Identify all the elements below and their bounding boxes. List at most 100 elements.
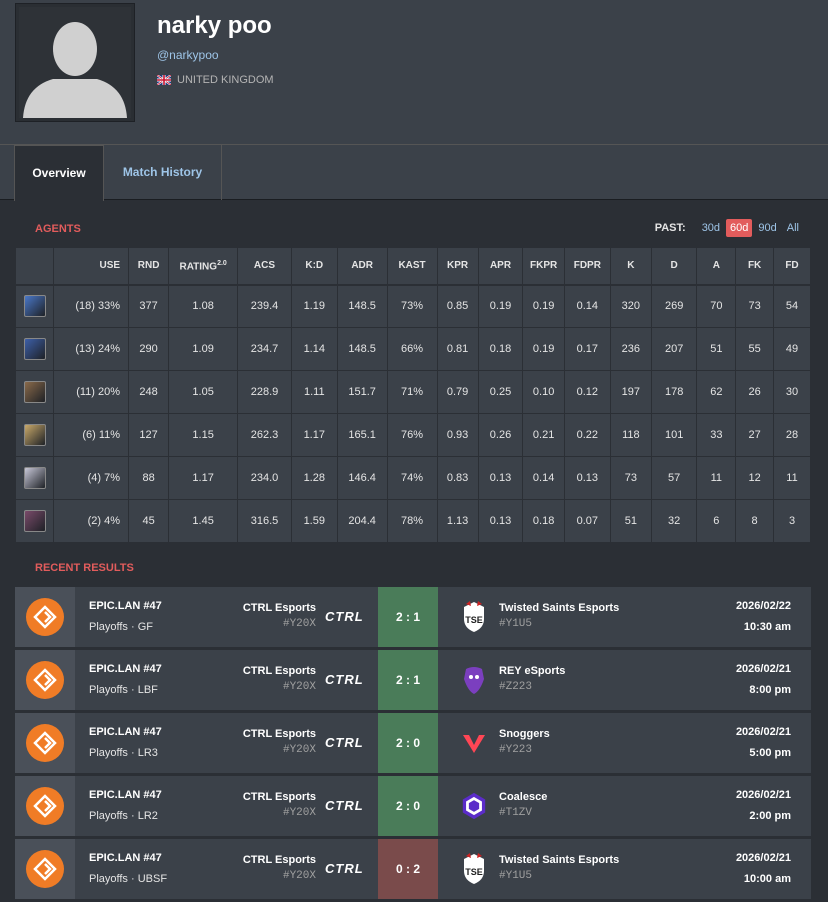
agents-title: AGENTS — [35, 223, 81, 235]
team1-tag: #Y20X — [282, 807, 316, 819]
filter-60d[interactable]: 60d — [726, 219, 753, 237]
agent-stat-kast: 78% — [386, 499, 438, 543]
agent-portrait-icon — [23, 338, 46, 360]
match-row[interactable]: EPIC.LAN #47 Playoffs · GF CTRL Esports #Y2… — [15, 587, 811, 647]
team1-tag: #Y20X — [282, 744, 316, 756]
agent-stat-rating: 1.08 — [168, 284, 239, 328]
default-avatar-icon — [19, 7, 131, 118]
col-a[interactable]: A — [696, 247, 737, 286]
time-filter: PAST: 30d 60d 90d All — [655, 219, 803, 237]
agent-stat-a: 70 — [696, 284, 737, 328]
agent-stat-adr: 146.4 — [336, 456, 388, 500]
epic-lan-icon — [26, 787, 64, 825]
event-stage: Playoffs · UBSF — [89, 873, 168, 885]
agent-stat-kd: 1.17 — [290, 413, 338, 457]
agent-stat-fd: 30 — [773, 370, 811, 414]
agent-row: (4) 7% 88 1.17 234.0 1.28 146.4 74% 0.83 0.13 0.1… — [14, 456, 811, 500]
agent-stat-k: 118 — [609, 413, 652, 457]
team1-name: CTRL Esports — [242, 665, 316, 677]
agent-stat-kd: 1.14 — [290, 327, 338, 371]
match-score: 2 : 0 — [378, 776, 438, 836]
agent-stat-kast: 74% — [386, 456, 438, 500]
col-rnd[interactable]: RND — [128, 247, 170, 286]
agent-stat-fk: 73 — [735, 284, 775, 328]
ctrl-logo-icon: CTRL — [325, 861, 364, 876]
filter-30d[interactable]: 30d — [698, 219, 724, 237]
agent-stat-kd: 1.11 — [290, 370, 338, 414]
filter-all[interactable]: All — [783, 219, 803, 237]
agent-stat-apr: 0.13 — [477, 456, 524, 500]
filter-90d[interactable]: 90d — [754, 219, 780, 237]
agents-table: USE RND RATING2.0 ACS K:D ADR KAST KPR A… — [14, 247, 811, 543]
agent-stat-acs: 234.7 — [237, 327, 292, 371]
epic-lan-icon — [26, 661, 64, 699]
team2-tag: #Z223 — [499, 681, 533, 693]
agent-stat-a: 62 — [696, 370, 737, 414]
player-name: narky poo — [157, 12, 272, 39]
col-k[interactable]: K — [609, 247, 652, 286]
tab-overview[interactable]: Overview — [14, 145, 104, 201]
team1-name: CTRL Esports — [242, 602, 316, 614]
agent-portrait-icon — [23, 381, 46, 403]
match-row[interactable]: EPIC.LAN #47 Playoffs · LR2 CTRL Esports #Y… — [15, 776, 811, 836]
col-fk[interactable]: FK — [735, 247, 775, 286]
match-score: 2 : 1 — [378, 587, 438, 647]
epic-lan-icon — [26, 724, 64, 762]
match-date: 2026/02/21 — [735, 663, 791, 675]
player-country: UNITED KINGDOM — [157, 74, 274, 86]
epic-lan-icon — [26, 598, 64, 636]
agent-stat-kast: 66% — [386, 327, 438, 371]
agent-stat-fdpr: 0.17 — [563, 327, 611, 371]
agent-portrait-icon — [23, 295, 46, 318]
col-apr[interactable]: APR — [477, 247, 524, 286]
agent-stat-a: 6 — [696, 499, 737, 543]
col-adr[interactable]: ADR — [336, 247, 388, 286]
col-rating[interactable]: RATING2.0 — [168, 247, 239, 286]
profile-header: narky poo @narkypoo UNITED KINGDOM — [0, 0, 828, 145]
agent-icon-cell — [14, 327, 55, 371]
agent-row: (13) 24% 290 1.09 234.7 1.14 148.5 66% 0.81 0.18… — [14, 327, 811, 371]
player-handle[interactable]: @narkypoo — [157, 48, 219, 62]
agent-stat-k: 320 — [609, 284, 652, 328]
agent-stat-apr: 0.25 — [477, 370, 524, 414]
team2-tag: #Y223 — [499, 744, 533, 756]
team1-name: CTRL Esports — [242, 791, 316, 803]
agent-stat-kpr: 0.85 — [436, 284, 479, 328]
col-kast[interactable]: KAST — [386, 247, 438, 286]
agent-stat-rating: 1.09 — [168, 327, 239, 371]
event-name: EPIC.LAN #47 — [89, 789, 162, 801]
match-date: 2026/02/21 — [735, 789, 791, 801]
col-fkpr[interactable]: FKPR — [522, 247, 565, 286]
agent-stat-fdpr: 0.22 — [563, 413, 611, 457]
match-time: 10:00 am — [743, 873, 791, 885]
team2-tag: #T1ZV — [499, 807, 533, 819]
match-row[interactable]: EPIC.LAN #47 Playoffs · LBF CTRL Esports #Y… — [15, 650, 811, 710]
match-date: 2026/02/22 — [735, 600, 791, 612]
col-d[interactable]: D — [650, 247, 698, 286]
agent-stat-use: (6) 11% — [53, 413, 130, 457]
col-use[interactable]: USE — [53, 247, 130, 286]
team2-tag: #Y1U5 — [499, 618, 533, 630]
match-date: 2026/02/21 — [735, 726, 791, 738]
agent-stat-acs: 228.9 — [237, 370, 292, 414]
tab-match-history[interactable]: Match History — [104, 145, 222, 200]
ctrl-logo-icon: CTRL — [325, 798, 364, 813]
profile-tabs: Overview Match History — [0, 145, 828, 201]
agent-stat-fdpr: 0.12 — [563, 370, 611, 414]
ctrl-logo-icon: CTRL — [325, 735, 364, 750]
agent-stat-use: (13) 24% — [53, 327, 130, 371]
match-row[interactable]: EPIC.LAN #47 Playoffs · UBSF CTRL Esports #… — [15, 839, 811, 899]
col-kpr[interactable]: KPR — [436, 247, 479, 286]
event-stage: Playoffs · LR3 — [89, 747, 158, 759]
agent-icon-cell — [14, 370, 55, 414]
col-kd[interactable]: K:D — [290, 247, 338, 286]
col-fd[interactable]: FD — [773, 247, 811, 286]
agent-stat-k: 197 — [609, 370, 652, 414]
agent-stat-fdpr: 0.14 — [563, 284, 611, 328]
match-row[interactable]: EPIC.LAN #47 Playoffs · LR3 CTRL Esports #Y… — [15, 713, 811, 773]
team2-name: Coalesce — [499, 791, 548, 803]
col-fdpr[interactable]: FDPR — [563, 247, 611, 286]
agent-portrait-icon — [23, 510, 46, 532]
team1-tag: #Y20X — [282, 681, 316, 693]
col-acs[interactable]: ACS — [237, 247, 292, 286]
